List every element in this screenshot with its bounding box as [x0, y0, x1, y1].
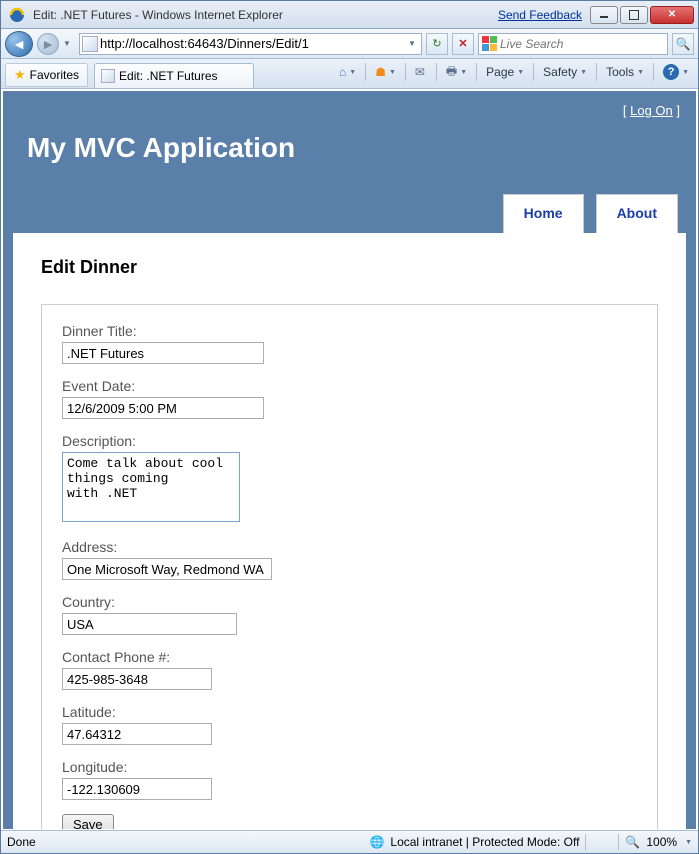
address-input[interactable] [100, 35, 405, 53]
description-textarea[interactable] [62, 452, 240, 522]
ie-icon [9, 7, 25, 23]
event-date-label: Event Date: [62, 378, 637, 394]
window-close-button[interactable] [650, 6, 694, 24]
zone-icon: 🌐 [369, 835, 384, 849]
rss-icon: ☗ [375, 65, 386, 79]
page-icon [101, 69, 115, 83]
home-button[interactable]: ⌂▼ [334, 61, 361, 83]
phone-label: Contact Phone #: [62, 649, 637, 665]
safety-menu-button[interactable]: Safety▼ [538, 61, 592, 83]
longitude-input[interactable] [62, 778, 212, 800]
tools-menu-button[interactable]: Tools▼ [601, 61, 649, 83]
forward-button[interactable]: ► [37, 33, 59, 55]
longitude-label: Longitude: [62, 759, 637, 775]
browser-tab[interactable]: Edit: .NET Futures [94, 63, 254, 88]
dinner-title-input[interactable] [62, 342, 264, 364]
app-title: My MVC Application [27, 132, 672, 164]
back-button[interactable]: ◄ [5, 31, 33, 57]
address-bar[interactable]: ▼ [79, 33, 422, 55]
dinner-title-label: Dinner Title: [62, 323, 637, 339]
refresh-button[interactable]: ↻ [426, 33, 448, 55]
status-done: Done [7, 835, 56, 849]
country-label: Country: [62, 594, 637, 610]
status-bar: Done 🌐 Local intranet | Protected Mode: … [1, 830, 698, 853]
live-search-icon [481, 36, 497, 52]
description-label: Description: [62, 433, 637, 449]
save-button[interactable]: Save [62, 814, 114, 829]
favorites-button[interactable]: ★ Favorites [5, 63, 88, 87]
zoom-icon: 🔍 [625, 835, 640, 849]
window-minimize-button[interactable] [590, 6, 618, 24]
page-menu-button[interactable]: Page▼ [481, 61, 529, 83]
page-viewport: [ Log On ] My MVC Application Home About… [3, 91, 696, 829]
address-dropdown[interactable]: ▼ [405, 39, 419, 48]
help-button[interactable]: ?▼ [658, 61, 694, 83]
nav-about[interactable]: About [596, 194, 678, 233]
phone-input[interactable] [62, 668, 212, 690]
address-label: Address: [62, 539, 637, 555]
nav-home[interactable]: Home [503, 194, 584, 233]
site-nav: Home About [11, 194, 688, 233]
search-go-button[interactable]: 🔍 [672, 33, 694, 55]
feeds-button[interactable]: ☗▼ [370, 61, 401, 83]
tab-label: Edit: .NET Futures [119, 69, 217, 83]
window-title: Edit: .NET Futures - Windows Internet Ex… [29, 8, 498, 22]
star-icon: ★ [14, 67, 26, 83]
zoom-level[interactable]: 100% [646, 835, 677, 849]
browser-tabrow: ★ Favorites Edit: .NET Futures ⌂▼ ☗▼ ✉ 🖶… [1, 59, 698, 89]
send-feedback-link[interactable]: Send Feedback [498, 8, 582, 22]
security-zone: Local intranet | Protected Mode: Off [390, 835, 579, 849]
latitude-label: Latitude: [62, 704, 637, 720]
edit-dinner-form: Dinner Title: Event Date: Description: A… [41, 304, 658, 829]
window-titlebar: Edit: .NET Futures - Windows Internet Ex… [1, 1, 698, 29]
search-input[interactable] [500, 37, 665, 51]
stop-button[interactable]: ✕ [452, 33, 474, 55]
home-icon: ⌂ [339, 65, 346, 79]
window-maximize-button[interactable] [620, 6, 648, 24]
latitude-input[interactable] [62, 723, 212, 745]
content-card: Edit Dinner Dinner Title: Event Date: De… [13, 233, 686, 829]
nav-history-dropdown[interactable]: ▼ [63, 39, 75, 48]
favorites-label: Favorites [30, 68, 79, 82]
event-date-input[interactable] [62, 397, 264, 419]
mail-icon: ✉ [415, 65, 425, 79]
account-bar: [ Log On ] [11, 99, 688, 124]
logon-link[interactable]: Log On [630, 103, 673, 118]
browser-navbar: ◄ ► ▼ ▼ ↻ ✕ 🔍 [1, 29, 698, 59]
page-icon [82, 36, 98, 52]
page-heading: Edit Dinner [41, 257, 658, 278]
address-input-field[interactable] [62, 558, 272, 580]
country-input[interactable] [62, 613, 237, 635]
print-button[interactable]: 🖶▼ [441, 61, 472, 83]
read-mail-button[interactable]: ✉ [410, 61, 432, 83]
help-icon: ? [663, 64, 679, 80]
print-icon: 🖶 [446, 62, 457, 83]
search-box[interactable] [478, 33, 668, 55]
